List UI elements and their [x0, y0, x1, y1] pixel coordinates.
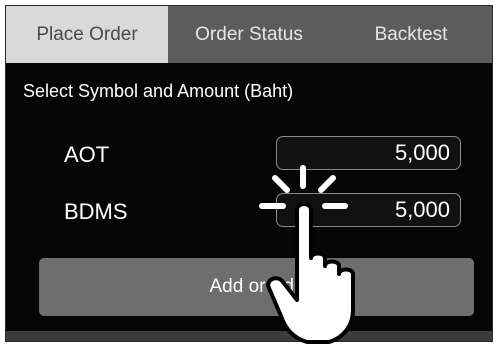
- add-or-edit-button[interactable]: Add or Edit: [39, 258, 474, 316]
- symbol-label-bdms: BDMS: [64, 199, 128, 224]
- add-or-edit-label: Add or Edit: [209, 276, 304, 297]
- symbol-label-aot: AOT: [64, 142, 110, 167]
- bottom-strip: [6, 331, 492, 341]
- app-window: Place Order Order Status Backtest Select…: [5, 5, 493, 342]
- instruction-text: Select Symbol and Amount (Baht): [23, 81, 294, 101]
- tab-order-status[interactable]: Order Status: [168, 6, 330, 63]
- amount-input-aot[interactable]: [276, 136, 461, 170]
- amount-input-bdms[interactable]: [276, 193, 461, 227]
- tab-backtest[interactable]: Backtest: [330, 6, 492, 63]
- tab-bar: Place Order Order Status Backtest: [6, 6, 492, 63]
- tab-place-order[interactable]: Place Order: [6, 6, 168, 63]
